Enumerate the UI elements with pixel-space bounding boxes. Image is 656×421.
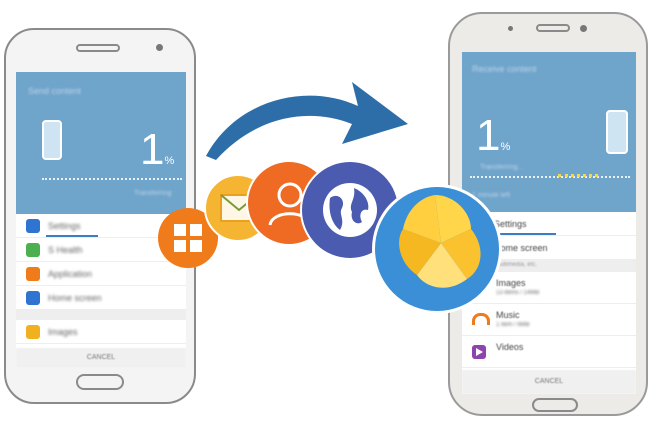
item-label: Images [496,278,526,288]
status-text: Transferring [134,190,172,197]
list-item[interactable]: Application [16,262,186,286]
earpiece-speaker [76,44,120,52]
transfer-arrow [206,82,408,160]
status-text: Transferring... [480,164,524,171]
phone-device-icon [606,110,628,154]
gallery-icon [26,325,40,339]
front-camera [156,44,163,51]
transfer-header: Receive content 1% Transferring... 1 min… [462,52,636,212]
percent-value: 1 [476,111,501,160]
item-label: Home screen [48,293,102,303]
list-item[interactable]: Images [16,320,186,344]
item-sub: 1 item / 6MB [496,322,530,328]
header-title: Receive content [472,64,537,74]
progress-percentage: 1% [140,128,174,172]
phone-device-icon [42,120,62,160]
progress-dots-active [558,174,598,177]
item-label: Music [496,310,520,320]
cancel-label: CANCEL [86,354,116,361]
item-label: Videos [496,342,524,352]
play-triangle [476,348,483,356]
cancel-button[interactable]: CANCEL [16,348,186,368]
globe-glyph [323,183,377,237]
percent-value: 1 [140,125,165,174]
apps-icon [26,267,40,281]
gallery-icon [372,184,502,314]
item-label: Images [48,327,78,337]
front-camera [580,25,587,32]
progress-dots [42,178,182,180]
home-button[interactable] [532,398,578,412]
header-title: Send content [28,86,82,96]
home-icon [26,291,40,305]
left-screen: Send content 1% Transferring Settings S … [16,72,186,368]
headphones-icon [472,313,490,325]
gear-icon [26,219,40,233]
item-sub: 13 items / 14MB [496,290,540,296]
play-icon [472,345,486,359]
progress-percentage: 1% [476,114,510,158]
cancel-button[interactable]: CANCEL [462,370,636,394]
percent-symbol: % [500,141,511,153]
item-label: S Health [48,245,83,255]
item-label: Application [48,269,93,279]
item-progress [492,233,556,235]
list-item[interactable]: Videos [462,336,636,368]
list-item[interactable]: Home screen [16,286,186,310]
item-label: Settings [494,219,527,229]
cancel-label: CANCEL [534,378,564,385]
item-label: Settings [48,221,81,231]
pinwheel-glyph [399,195,481,288]
runner-icon [26,243,40,257]
item-progress [46,235,98,237]
apps-grid [174,224,202,252]
percent-symbol: % [164,155,175,167]
progress-dots [470,176,630,178]
list-item[interactable]: Music 1 item / 6MB [462,304,636,336]
item-label: Home screen [494,243,548,253]
section-divider [16,310,186,320]
sensor-dot [508,26,513,31]
transfer-header: Send content 1% Transferring [16,72,186,214]
home-button[interactable] [76,374,124,390]
earpiece-speaker [536,24,570,32]
